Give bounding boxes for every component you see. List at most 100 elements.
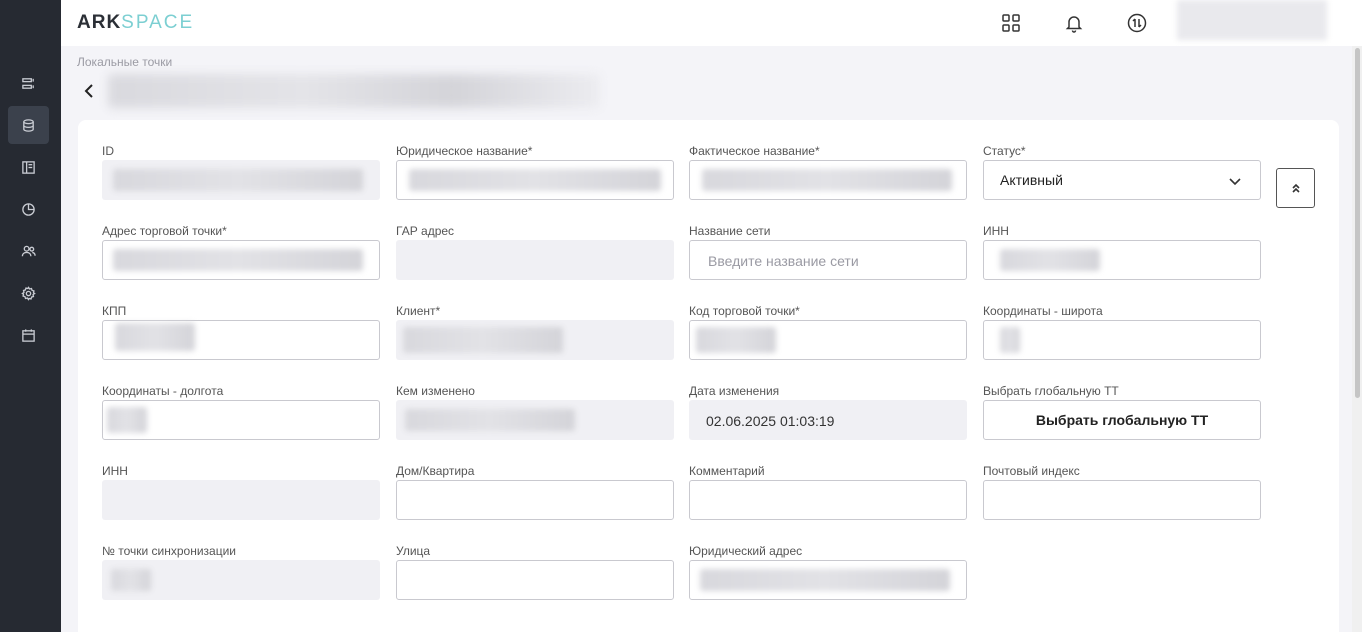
outlet-code-input[interactable]	[689, 320, 967, 360]
status-select[interactable]: Активный	[983, 160, 1261, 200]
field-label: Кем изменено	[396, 384, 475, 398]
users-icon	[21, 245, 36, 256]
top-header: ARKSPACE	[61, 0, 1362, 46]
field-legal-address: Юридический адрес	[689, 544, 967, 600]
notifications-button[interactable]	[1062, 11, 1086, 35]
apps-button[interactable]	[999, 11, 1023, 35]
collapse-button[interactable]	[1276, 168, 1315, 208]
redacted-value	[700, 569, 950, 591]
legal-address-input[interactable]	[689, 560, 967, 600]
logo-text-space: SPACE	[121, 12, 195, 33]
breadcrumb[interactable]: Локальные точки	[77, 55, 172, 69]
sidebar-item-list[interactable]	[8, 64, 49, 102]
field-house: Дом/Квартира	[396, 464, 674, 520]
field-label: Комментарий	[689, 464, 765, 478]
id-field	[102, 160, 380, 200]
chart-pie-icon	[22, 202, 35, 216]
field-comment: Комментарий	[689, 464, 967, 520]
redacted-value	[696, 327, 776, 353]
client-field	[396, 320, 674, 360]
field-inn: ИНН	[983, 224, 1261, 280]
field-label: Название сети	[689, 224, 771, 238]
sidebar-item-chart[interactable]	[8, 190, 49, 228]
redacted-value	[405, 409, 575, 431]
field-client: Клиент*	[396, 304, 674, 360]
field-street: Улица	[396, 544, 674, 600]
sync-button[interactable]	[1125, 11, 1149, 35]
field-label: Координаты - долгота	[102, 384, 224, 398]
list-icon	[22, 77, 34, 89]
redacted-value	[115, 323, 195, 351]
latitude-input[interactable]	[983, 320, 1261, 360]
inn-input[interactable]	[983, 240, 1261, 280]
scrollbar-thumb[interactable]	[1355, 48, 1360, 398]
page-scrollbar[interactable]	[1352, 46, 1362, 632]
back-button[interactable]	[80, 80, 98, 102]
changed-by-field	[396, 400, 674, 440]
redacted-value	[113, 169, 363, 191]
field-changed-by: Кем изменено	[396, 384, 674, 440]
field-global-tt: Выбрать глобальную ТТ Выбрать глобальную…	[983, 384, 1261, 440]
grid-icon	[1002, 14, 1020, 32]
field-latitude: Координаты - широта	[983, 304, 1261, 360]
bell-icon	[1065, 16, 1083, 33]
field-label: Почтовый индекс	[983, 464, 1080, 478]
redacted-value	[409, 169, 661, 191]
field-label: ИНН	[102, 464, 128, 478]
chevrons-up-icon	[1291, 183, 1300, 193]
field-network: Название сети Введите название сети	[689, 224, 967, 280]
sidebar-item-layout[interactable]	[8, 148, 49, 186]
user-profile[interactable]	[1177, 0, 1327, 40]
sidebar	[0, 0, 61, 632]
field-actual-name: Фактическое название*	[689, 144, 967, 200]
field-legal-name: Юридическое название*	[396, 144, 674, 200]
field-label: Улица	[396, 544, 431, 558]
network-input[interactable]: Введите название сети	[689, 240, 967, 280]
redacted-value	[1000, 249, 1100, 271]
field-label: № точки синхронизации	[102, 544, 236, 558]
gear-icon	[21, 285, 36, 301]
chevron-left-icon	[84, 84, 93, 98]
street-input[interactable]	[396, 560, 674, 600]
calendar-icon	[22, 328, 35, 342]
chevron-down-icon	[1228, 174, 1242, 188]
redacted-value	[702, 169, 952, 191]
field-status: Статус* Активный	[983, 144, 1261, 200]
longitude-input[interactable]	[102, 400, 380, 440]
field-label: КПП	[102, 304, 127, 318]
kpp-input[interactable]	[102, 320, 380, 360]
field-longitude: Координаты - долгота	[102, 384, 380, 440]
sidebar-item-calendar[interactable]	[8, 316, 49, 354]
sidebar-item-database[interactable]	[8, 106, 49, 144]
network-placeholder: Введите название сети	[708, 253, 859, 269]
comment-input[interactable]	[689, 480, 967, 520]
field-label: Дата изменения	[689, 384, 780, 398]
actual-name-input[interactable]	[689, 160, 967, 200]
changed-date-value: 02.06.2025 01:03:19	[706, 413, 835, 429]
inn-readonly-field	[102, 480, 380, 520]
field-gar: ГАР адрес	[396, 224, 674, 280]
field-label: Клиент*	[396, 304, 441, 318]
database-icon	[23, 118, 34, 132]
sidebar-item-users[interactable]	[8, 232, 49, 270]
logo[interactable]: ARKSPACE	[77, 12, 194, 34]
page-title	[108, 74, 600, 108]
field-inn-2: ИНН	[102, 464, 380, 520]
address-input[interactable]	[102, 240, 380, 280]
legal-name-input[interactable]	[396, 160, 674, 200]
select-global-tt-button[interactable]: Выбрать глобальную ТТ	[983, 400, 1261, 440]
sync-number-field	[102, 560, 380, 600]
field-label: Выбрать глобальную ТТ	[983, 384, 1119, 398]
field-outlet-code: Код торговой точки*	[689, 304, 967, 360]
house-input[interactable]	[396, 480, 674, 520]
status-selected-value: Активный	[1000, 172, 1063, 188]
logo-text-ark: ARK	[77, 12, 122, 33]
redacted-value	[113, 249, 363, 271]
field-label: Адрес торговой точки*	[102, 224, 227, 238]
sidebar-item-settings[interactable]	[8, 274, 49, 312]
field-changed-date: Дата изменения 02.06.2025 01:03:19	[689, 384, 967, 440]
gar-field	[396, 240, 674, 280]
postal-code-input[interactable]	[983, 480, 1261, 520]
field-kpp: КПП	[102, 304, 380, 360]
redacted-value	[107, 407, 147, 433]
